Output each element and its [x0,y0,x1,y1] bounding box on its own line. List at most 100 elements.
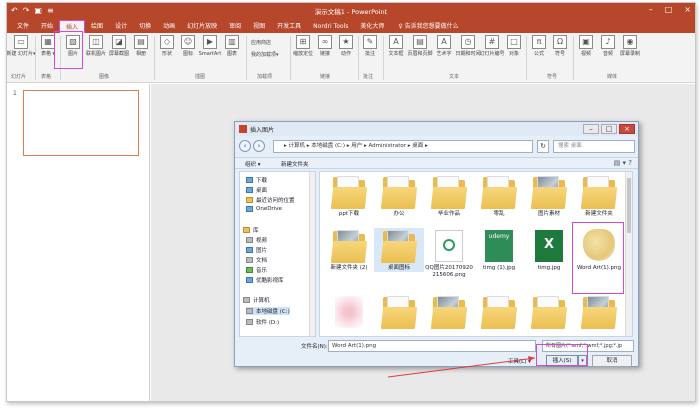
icons-button[interactable]: ☺ 图标 [177,35,199,57]
nav-item-pictures[interactable]: 图片 [246,246,267,254]
icons-icon: ☺ [181,35,195,49]
comment-button[interactable]: ✎ 批注 [359,35,381,57]
tab-file[interactable]: 文件 [11,20,35,33]
smartart-button[interactable]: ▶ SmartArt [199,35,221,57]
dialog-close-icon[interactable]: × [619,124,635,134]
dialog-minimize-icon[interactable]: – [583,124,599,134]
file-item[interactable]: ppt下载 [324,174,374,218]
zoom-button[interactable]: ⊞ 缩放定位 [292,35,314,57]
screenshot-button[interactable]: ◪ 屏幕截图 [108,35,130,57]
forward-icon[interactable]: › [253,140,265,152]
file-item[interactable]: 新建文件夹 (2) [324,228,374,272]
video-button[interactable]: ▣ 视频 [575,35,597,57]
nav-item-drive-c[interactable]: 本地磁盘 (C:) [246,307,290,315]
recent-icon [246,197,253,203]
file-item[interactable]: QQ图片20170920215606.png [424,228,474,279]
screen-recording-button[interactable]: ◉ 屏幕录制 [619,35,641,57]
file-item[interactable]: 办公 [374,174,424,218]
file-item[interactable]: udemy timg (1).jpg [474,228,524,272]
search-input[interactable]: 搜索 桌面 [553,140,635,153]
tab-slideshow[interactable]: 幻灯片放映 [181,20,223,33]
tab-developer[interactable]: 开发工具 [271,20,307,33]
file-item[interactable] [524,294,574,331]
tab-view[interactable]: 视图 [247,20,271,33]
nav-item-youku[interactable]: 优酷影视库 [246,276,284,284]
slide-number-button[interactable]: # 幻灯片编号 [480,35,505,57]
online-picture-button[interactable]: ◫ 联机图片 [85,35,107,57]
wordart-icon: A [437,35,451,49]
filename-input[interactable]: Word Art(1).png [328,340,536,352]
shapes-icon: ◇ [160,35,174,49]
tab-review[interactable]: 审阅 [223,20,247,33]
tab-nordri-tools[interactable]: Nordri Tools [307,20,354,33]
link-button[interactable]: ∞ 链接 [314,35,336,57]
nav-item-downloads[interactable]: 下载 [246,176,267,184]
close-icon[interactable]: × [684,5,691,14]
file-item[interactable]: 毕业作品 [424,174,474,218]
chart-button[interactable]: ▥ 图表 [221,35,243,57]
tab-animations[interactable]: 动画 [157,20,181,33]
file-list-scrollbar[interactable] [625,172,632,336]
new-slide-button[interactable]: ▭ 新建 幻灯片▾ [7,35,36,57]
address-bar[interactable]: ▸ 计算机 ▸ 本地磁盘 (C:) ▸ 用户 ▸ Administrator ▸… [273,140,533,153]
nav-item-videos[interactable]: 视频 [246,236,267,244]
object-button[interactable]: □ 对象 [503,35,525,57]
scrollbar-thumb[interactable] [627,178,631,233]
nav-item-music[interactable]: 音乐 [246,266,267,274]
powerpoint-icon [239,125,247,133]
file-item[interactable] [424,294,474,331]
back-icon[interactable]: ‹ [239,140,251,152]
header-footer-icon: ▤ [413,35,427,49]
my-addins-button[interactable]: 我的加载项▾ [251,51,279,58]
music-icon [246,267,253,273]
header-footer-button[interactable]: ▤ 页眉和页脚 [408,35,433,57]
cancel-button[interactable]: 取消 [592,355,632,367]
tab-design[interactable]: 设计 [109,20,133,33]
nav-item-drive-d[interactable]: 软件 (D:) [246,318,279,326]
slide-thumbnail[interactable] [23,90,139,156]
tab-transitions[interactable]: 切换 [133,20,157,33]
file-item[interactable]: X timg.jpg [524,228,574,272]
nav-item-computer[interactable]: 计算机 [243,296,270,304]
nav-item-documents[interactable]: 文档 [246,256,267,264]
action-button[interactable]: ★ 动作 [335,35,357,57]
file-item[interactable]: 图片素材 [524,174,574,218]
cloud-icon [246,206,253,212]
audio-button[interactable]: ♪ 音频 [597,35,619,57]
new-folder-button[interactable]: 新建文件夹 [281,160,309,168]
drive-icon [246,308,253,314]
tell-me-box[interactable]: ♀ 告诉我您想要做什么 [390,20,458,33]
new-slide-icon: ▭ [14,35,28,49]
equation-button[interactable]: π 公式 [528,35,550,57]
view-options-icon[interactable]: ▤ ▾ ? [614,159,632,167]
maximize-icon[interactable]: □ [665,5,673,14]
textbox-button[interactable]: A 文本框 [385,35,407,57]
file-item[interactable] [574,294,624,331]
file-item[interactable]: 新建文件夹 [574,174,624,218]
tools-dropdown[interactable]: 工具(L) ▾ [508,357,531,365]
tab-beautify[interactable]: 美化大师 [354,20,390,33]
window-controls: – □ × [649,5,691,14]
minimize-icon[interactable]: – [649,5,653,14]
tab-draw[interactable]: 绘图 [85,20,109,33]
store-button[interactable]: 应用商店 [251,39,271,46]
nav-item-recent[interactable]: 最近访问的位置 [246,196,295,204]
file-item[interactable]: 零乱 [474,174,524,218]
file-item[interactable] [474,294,524,331]
organize-button[interactable]: 组织 ▾ [245,160,261,168]
date-time-icon: ◷ [461,35,475,49]
file-item[interactable] [374,294,424,331]
nav-scrollbar[interactable] [309,172,315,336]
wordart-button[interactable]: A 艺术字 [433,35,455,57]
album-button[interactable]: ▤ 相册 [130,35,152,57]
refresh-icon[interactable]: ↻ [537,140,549,153]
dialog-maximize-icon[interactable]: □ [601,124,617,134]
nav-item-library[interactable]: 库 [243,226,259,234]
shapes-button[interactable]: ◇ 形状 [156,35,178,57]
symbol-button[interactable]: Ω 符号 [549,35,571,57]
nav-item-onedrive[interactable]: OneDrive [246,206,282,212]
date-time-button[interactable]: ◷ 日期和时间 [456,35,481,57]
file-item[interactable]: 桌面图标 [374,228,424,272]
nav-item-desktop[interactable]: 桌面 [246,186,267,194]
file-item[interactable] [324,294,374,331]
